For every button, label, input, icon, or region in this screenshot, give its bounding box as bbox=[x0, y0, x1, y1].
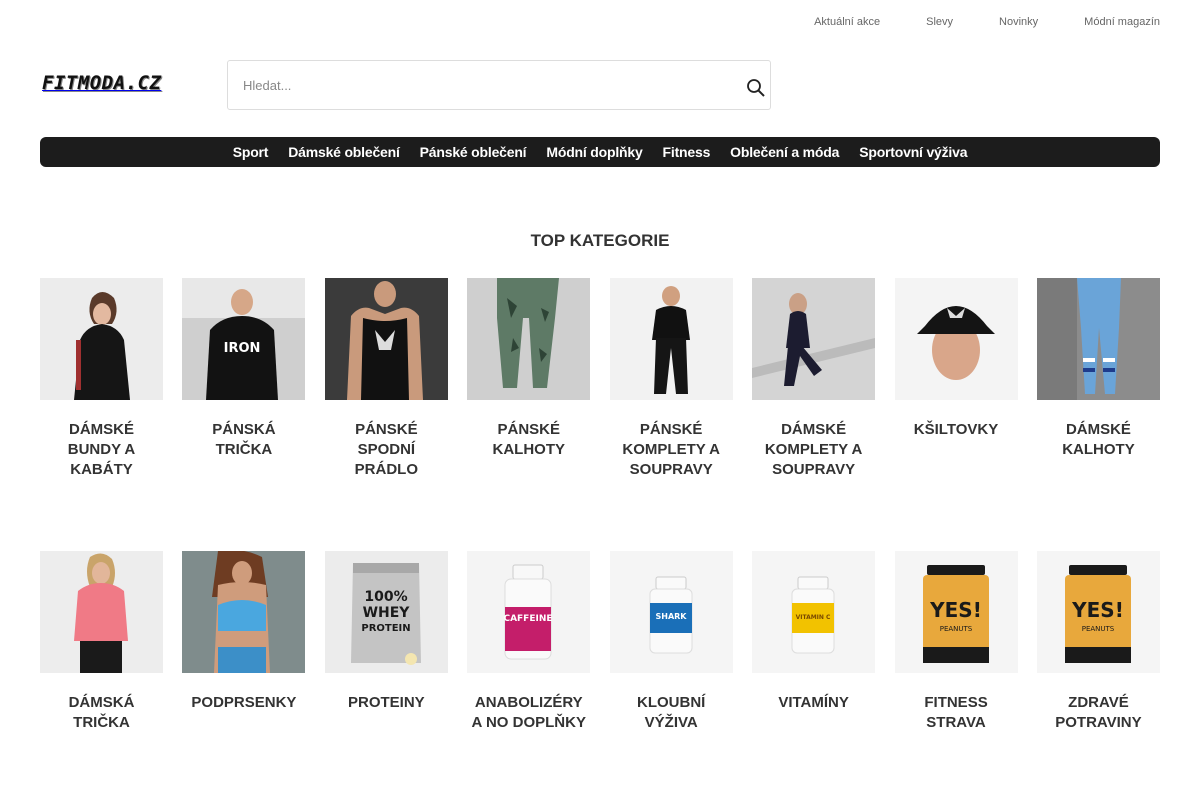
top-links: Aktuální akce Slevy Novinky Módní magazí… bbox=[768, 16, 1160, 28]
category-card-ksiltovky[interactable]: Kšiltovky bbox=[894, 278, 1018, 480]
category-card-zdrave-potraviny[interactable]: YES! PEANUTS Zdravé potraviny bbox=[1036, 551, 1160, 733]
product-label-text: WHEY bbox=[362, 605, 410, 621]
top-link-modni-magazin[interactable]: Módní magazín bbox=[1084, 16, 1160, 28]
search-icon[interactable] bbox=[746, 78, 766, 98]
product-label-text: VITAMIN C bbox=[796, 614, 831, 621]
category-image bbox=[467, 278, 591, 400]
product-label-text: SHARK bbox=[655, 612, 687, 621]
category-label: Pánské kalhoty bbox=[492, 421, 566, 458]
category-card-vitaminy[interactable]: VITAMIN C Vitamíny bbox=[752, 551, 876, 733]
category-image bbox=[752, 278, 876, 400]
product-label-text: 100% bbox=[364, 589, 407, 605]
category-image bbox=[1036, 278, 1160, 400]
category-grid-row-1: Dámské bundy a kabáty IRON Pánská trička bbox=[40, 278, 1160, 480]
product-label-text: PEANUTS bbox=[1082, 625, 1115, 633]
nav-item-fitness[interactable]: Fitness bbox=[663, 144, 711, 160]
category-card-kloubni-vyziva[interactable]: SHARK Kloubní výživa bbox=[609, 551, 733, 733]
category-label: Anabolizéry a NO doplňky bbox=[471, 694, 586, 731]
category-label: Zdravé potraviny bbox=[1055, 694, 1142, 731]
category-card-panske-spodni-pradlo[interactable]: Pánské spodní prádlo bbox=[324, 278, 448, 480]
category-image bbox=[609, 278, 733, 400]
category-label: Dámské kalhoty bbox=[1062, 421, 1135, 458]
category-card-fitness-strava[interactable]: YES! PEANUTS Fitness strava bbox=[894, 551, 1018, 733]
nav-item-sportovni-vyziva[interactable]: Sportovní výživa bbox=[859, 144, 967, 160]
category-image: SHARK bbox=[609, 551, 733, 673]
category-label: Dámské komplety a soupravy bbox=[764, 421, 863, 478]
category-image: IRON bbox=[182, 278, 306, 400]
category-label: Pánské spodní prádlo bbox=[354, 421, 419, 478]
nav-item-modni-doplnky[interactable]: Módní doplňky bbox=[546, 144, 642, 160]
product-label-text: PROTEIN bbox=[361, 623, 410, 634]
category-label: Proteiny bbox=[348, 694, 425, 711]
category-card-panske-komplety[interactable]: Pánské komplety a soupravy bbox=[609, 278, 733, 480]
category-card-anabolizery[interactable]: CAFFEINE Anabolizéry a NO doplňky bbox=[467, 551, 591, 733]
category-card-damske-bundy[interactable]: Dámské bundy a kabáty bbox=[40, 278, 163, 480]
category-card-damske-komplety[interactable]: Dámské komplety a soupravy bbox=[752, 278, 876, 480]
category-image bbox=[40, 551, 163, 673]
category-label: Dámské bundy a kabáty bbox=[67, 421, 136, 478]
category-image: YES! PEANUTS bbox=[1036, 551, 1160, 673]
category-card-podprsenky[interactable]: Podprsenky bbox=[182, 551, 306, 733]
category-image bbox=[40, 278, 163, 400]
section-title: TOP KATEGORIE bbox=[530, 231, 670, 250]
top-bar: Aktuální akce Slevy Novinky Módní magazí… bbox=[0, 0, 1200, 44]
category-label: Kšiltovky bbox=[913, 421, 999, 438]
product-label-text: CAFFEINE bbox=[504, 614, 553, 624]
category-image: 100% WHEY PROTEIN bbox=[324, 551, 448, 673]
category-label: Pánská trička bbox=[212, 421, 276, 458]
category-image bbox=[182, 551, 306, 673]
top-link-aktualni-akce[interactable]: Aktuální akce bbox=[814, 16, 880, 28]
category-image: YES! PEANUTS bbox=[894, 551, 1018, 673]
category-card-proteiny[interactable]: 100% WHEY PROTEIN Proteiny bbox=[324, 551, 448, 733]
category-card-panska-tricka[interactable]: IRON Pánská trička bbox=[182, 278, 306, 480]
svg-text:IRON: IRON bbox=[224, 341, 261, 356]
category-label: Pánské komplety a soupravy bbox=[622, 421, 720, 478]
category-label: Dámská trička bbox=[68, 694, 135, 731]
product-label-text: YES! bbox=[929, 598, 982, 622]
category-image bbox=[894, 278, 1018, 400]
search-input[interactable] bbox=[228, 61, 718, 109]
nav-item-damske-obleceni[interactable]: Dámské oblečení bbox=[288, 144, 400, 160]
nav-item-panske-obleceni[interactable]: Pánské oblečení bbox=[420, 144, 527, 160]
search-box bbox=[227, 60, 771, 110]
category-grid-row-2: Dámská trička Podprsenky 100% WHEY PROTE… bbox=[40, 551, 1160, 733]
category-image bbox=[324, 278, 448, 400]
main-nav: Sport Dámské oblečení Pánské oblečení Mó… bbox=[40, 137, 1160, 167]
category-card-damska-tricka[interactable]: Dámská trička bbox=[40, 551, 163, 733]
nav-item-obleceni-a-moda[interactable]: Oblečení a móda bbox=[730, 144, 839, 160]
category-label: Kloubní výživa bbox=[637, 694, 706, 731]
category-label: Fitness strava bbox=[924, 694, 988, 731]
site-logo[interactable]: FITMODA.CZ bbox=[42, 72, 172, 96]
product-label-text: YES! bbox=[1071, 598, 1124, 622]
category-image: VITAMIN C bbox=[752, 551, 876, 673]
top-link-slevy[interactable]: Slevy bbox=[926, 16, 953, 28]
category-card-panske-kalhoty[interactable]: Pánské kalhoty bbox=[467, 278, 591, 480]
category-label: Podprsenky bbox=[191, 694, 297, 711]
category-card-damske-kalhoty[interactable]: Dámské kalhoty bbox=[1036, 278, 1160, 480]
top-link-novinky[interactable]: Novinky bbox=[999, 16, 1038, 28]
category-label: Vitamíny bbox=[778, 694, 849, 711]
logo-text: FITMODA.CZ bbox=[42, 72, 162, 94]
category-image: CAFFEINE bbox=[467, 551, 591, 673]
nav-item-sport[interactable]: Sport bbox=[233, 144, 269, 160]
product-label-text: PEANUTS bbox=[939, 625, 972, 633]
